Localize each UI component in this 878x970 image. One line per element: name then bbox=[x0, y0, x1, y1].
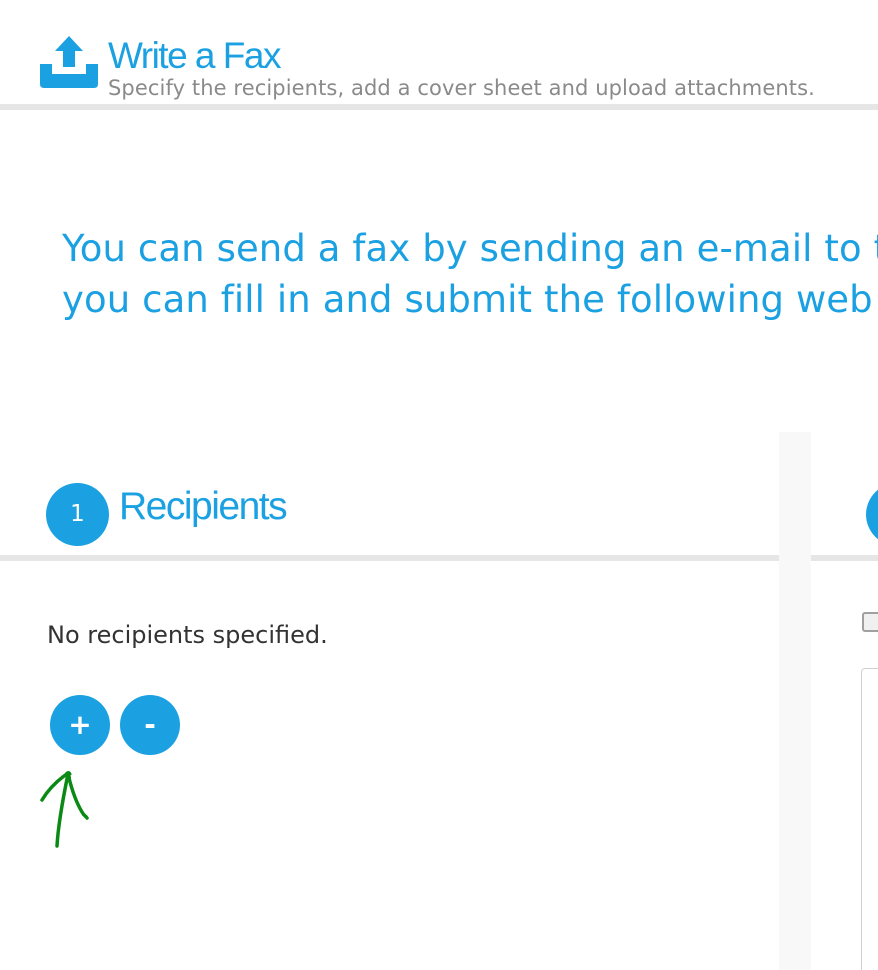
right-panel-field[interactable] bbox=[861, 668, 878, 970]
section-divider-right bbox=[811, 555, 878, 561]
hand-drawn-up-arrow-icon bbox=[36, 768, 96, 850]
section-divider bbox=[0, 555, 779, 561]
intro-line-2: you can fill in and submit the following… bbox=[62, 278, 873, 321]
cover-sheet-checkbox[interactable] bbox=[862, 612, 878, 632]
section-title-recipients: Recipients bbox=[119, 485, 288, 528]
header-divider bbox=[0, 104, 878, 110]
intro-text: You can send a fax by sending an e-mail … bbox=[62, 223, 878, 325]
add-recipient-button[interactable]: + bbox=[50, 695, 110, 755]
intro-line-1: You can send a fax by sending an e-mail … bbox=[62, 227, 878, 270]
page-title: Write a Fax bbox=[108, 35, 281, 76]
column-gutter bbox=[779, 432, 811, 970]
page-subtitle: Specify the recipients, add a cover shee… bbox=[108, 76, 815, 100]
no-recipients-message: No recipients specified. bbox=[47, 621, 328, 649]
step-badge-recipients: 1 bbox=[46, 483, 109, 546]
remove-recipient-button[interactable]: - bbox=[120, 695, 180, 755]
page: Write a Fax Specify the recipients, add … bbox=[0, 0, 878, 970]
step-badge-next bbox=[866, 483, 878, 546]
upload-tray-icon bbox=[38, 34, 100, 90]
